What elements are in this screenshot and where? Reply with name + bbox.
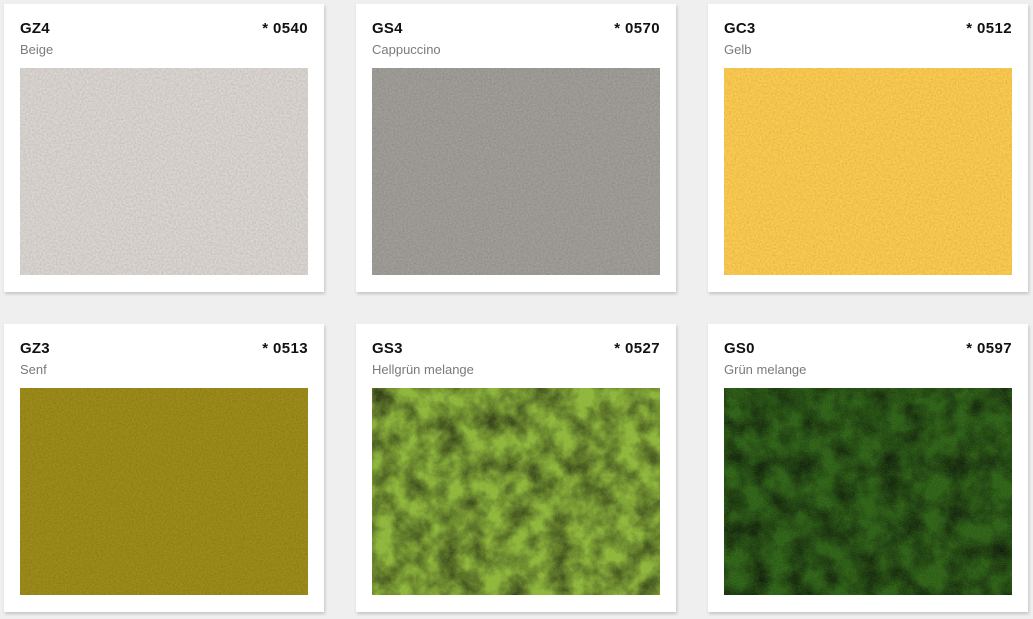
swatch-image[interactable] — [20, 68, 308, 275]
swatch-card-gs0[interactable]: GS0 * 0597 Grün melange — [708, 324, 1028, 612]
swatch-name: Gelb — [724, 42, 752, 57]
swatch-image[interactable] — [372, 68, 660, 275]
swatch-code: GS0 — [724, 340, 755, 357]
swatch-name: Senf — [20, 362, 47, 377]
swatch-grid: GZ4 * 0540 Beige GS4 * 0570 Cappuccino G… — [0, 0, 1033, 619]
swatch-number: * 0570 — [614, 20, 660, 37]
swatch-image[interactable] — [20, 388, 308, 595]
swatch-name: Beige — [20, 42, 54, 57]
swatch-card-gs4[interactable]: GS4 * 0570 Cappuccino — [356, 4, 676, 292]
swatch-number: * 0540 — [262, 20, 308, 37]
swatch-image[interactable] — [372, 388, 660, 595]
swatch-number: * 0597 — [966, 340, 1012, 357]
swatch-image[interactable] — [724, 388, 1012, 595]
swatch-number: * 0513 — [262, 340, 308, 357]
swatch-code: GS4 — [372, 20, 403, 37]
swatch-card-gz4[interactable]: GZ4 * 0540 Beige — [4, 4, 324, 292]
swatch-card-header: GZ3 * 0513 Senf — [20, 340, 308, 380]
swatch-name: Grün melange — [724, 362, 807, 377]
swatch-name: Cappuccino — [372, 42, 441, 57]
swatch-number: * 0512 — [966, 20, 1012, 37]
swatch-code: GC3 — [724, 20, 756, 37]
swatch-card-header: GS0 * 0597 Grün melange — [724, 340, 1012, 380]
swatch-card-header: GS3 * 0527 Hellgrün melange — [372, 340, 660, 380]
swatch-card-gs3[interactable]: GS3 * 0527 Hellgrün melange — [356, 324, 676, 612]
swatch-card-gc3[interactable]: GC3 * 0512 Gelb — [708, 4, 1028, 292]
swatch-name: Hellgrün melange — [372, 362, 474, 377]
swatch-image[interactable] — [724, 68, 1012, 275]
swatch-number: * 0527 — [614, 340, 660, 357]
swatch-card-header: GZ4 * 0540 Beige — [20, 20, 308, 60]
swatch-card-gz3[interactable]: GZ3 * 0513 Senf — [4, 324, 324, 612]
swatch-code: GS3 — [372, 340, 403, 357]
swatch-code: GZ3 — [20, 340, 50, 357]
swatch-card-header: GC3 * 0512 Gelb — [724, 20, 1012, 60]
swatch-code: GZ4 — [20, 20, 50, 37]
swatch-card-header: GS4 * 0570 Cappuccino — [372, 20, 660, 60]
